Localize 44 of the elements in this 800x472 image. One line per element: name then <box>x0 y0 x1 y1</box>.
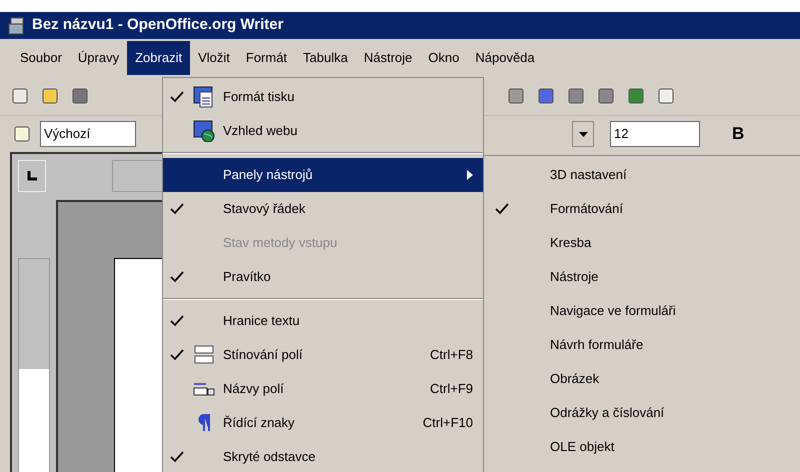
menu-item[interactable]: Formát tisku <box>163 80 483 114</box>
menu-item[interactable]: Skryté odstavce <box>163 440 483 472</box>
menu-item[interactable]: Tabulka <box>295 40 356 74</box>
menu-item[interactable]: Soubor <box>12 40 70 74</box>
shortcut-label: Ctrl+F8 <box>430 346 473 364</box>
menu-item[interactable]: Názvy polí Ctrl+F9 <box>163 372 483 406</box>
menu-item[interactable]: Hranice textu <box>163 304 483 338</box>
style-field[interactable]: Výchozí <box>40 121 136 147</box>
menu-item[interactable]: Nástroje <box>484 260 800 294</box>
submenu-arrow-icon <box>467 170 473 180</box>
menu-item[interactable]: Pravítko <box>163 260 483 294</box>
page-layout-icon <box>193 86 215 108</box>
field-names-icon <box>193 382 215 396</box>
menu-item[interactable]: Nápověda <box>467 40 543 74</box>
bold-button[interactable]: B <box>732 121 744 147</box>
menu-item[interactable]: Odrážky a číslování <box>484 396 800 430</box>
dropdown-button[interactable] <box>572 121 594 147</box>
globe-monitor-icon <box>193 120 215 142</box>
menu-item[interactable]: Navigace ve formuláři <box>484 294 800 328</box>
menu-item[interactable]: Okno <box>420 40 468 74</box>
menu-item[interactable]: Panely nástrojů <box>163 158 483 192</box>
tab-stop-icon[interactable] <box>18 160 46 192</box>
menu-item[interactable]: OLE objekt <box>484 430 800 464</box>
menu-item[interactable]: Stínování polí Ctrl+F8 <box>163 338 483 372</box>
menu-item[interactable]: Formátování <box>484 192 800 226</box>
window-title: Bez názvu1 - OpenOffice.org Writer <box>32 15 284 36</box>
menu-item[interactable]: Stavový řádek <box>163 192 483 226</box>
menu-item[interactable]: Zobrazit <box>127 40 190 74</box>
menu-item[interactable]: Formát <box>238 40 296 74</box>
shortcut-label: Ctrl+F10 <box>422 414 473 432</box>
caret-icon <box>578 132 588 136</box>
menu-item[interactable]: Vložit <box>190 40 238 74</box>
shortcut-label: Ctrl+F9 <box>430 380 473 398</box>
menu-item[interactable]: Návrh formuláře <box>484 328 800 362</box>
menu-item[interactable]: Nástroje <box>356 40 420 74</box>
menu-item[interactable]: Řídící znaky Ctrl+F10 <box>163 406 483 440</box>
pilcrow-icon <box>198 414 210 432</box>
menu-item[interactable]: 3D nastavení <box>484 158 800 192</box>
menu-item[interactable]: Obrázek <box>484 362 800 396</box>
field-shading-icon <box>193 345 215 365</box>
menu-item[interactable]: Vzhled webu <box>163 114 483 148</box>
menu-item[interactable]: Kresba <box>484 226 800 260</box>
font-size-field[interactable]: 12 <box>610 121 700 147</box>
menu-item[interactable]: Úpravy <box>70 40 128 74</box>
